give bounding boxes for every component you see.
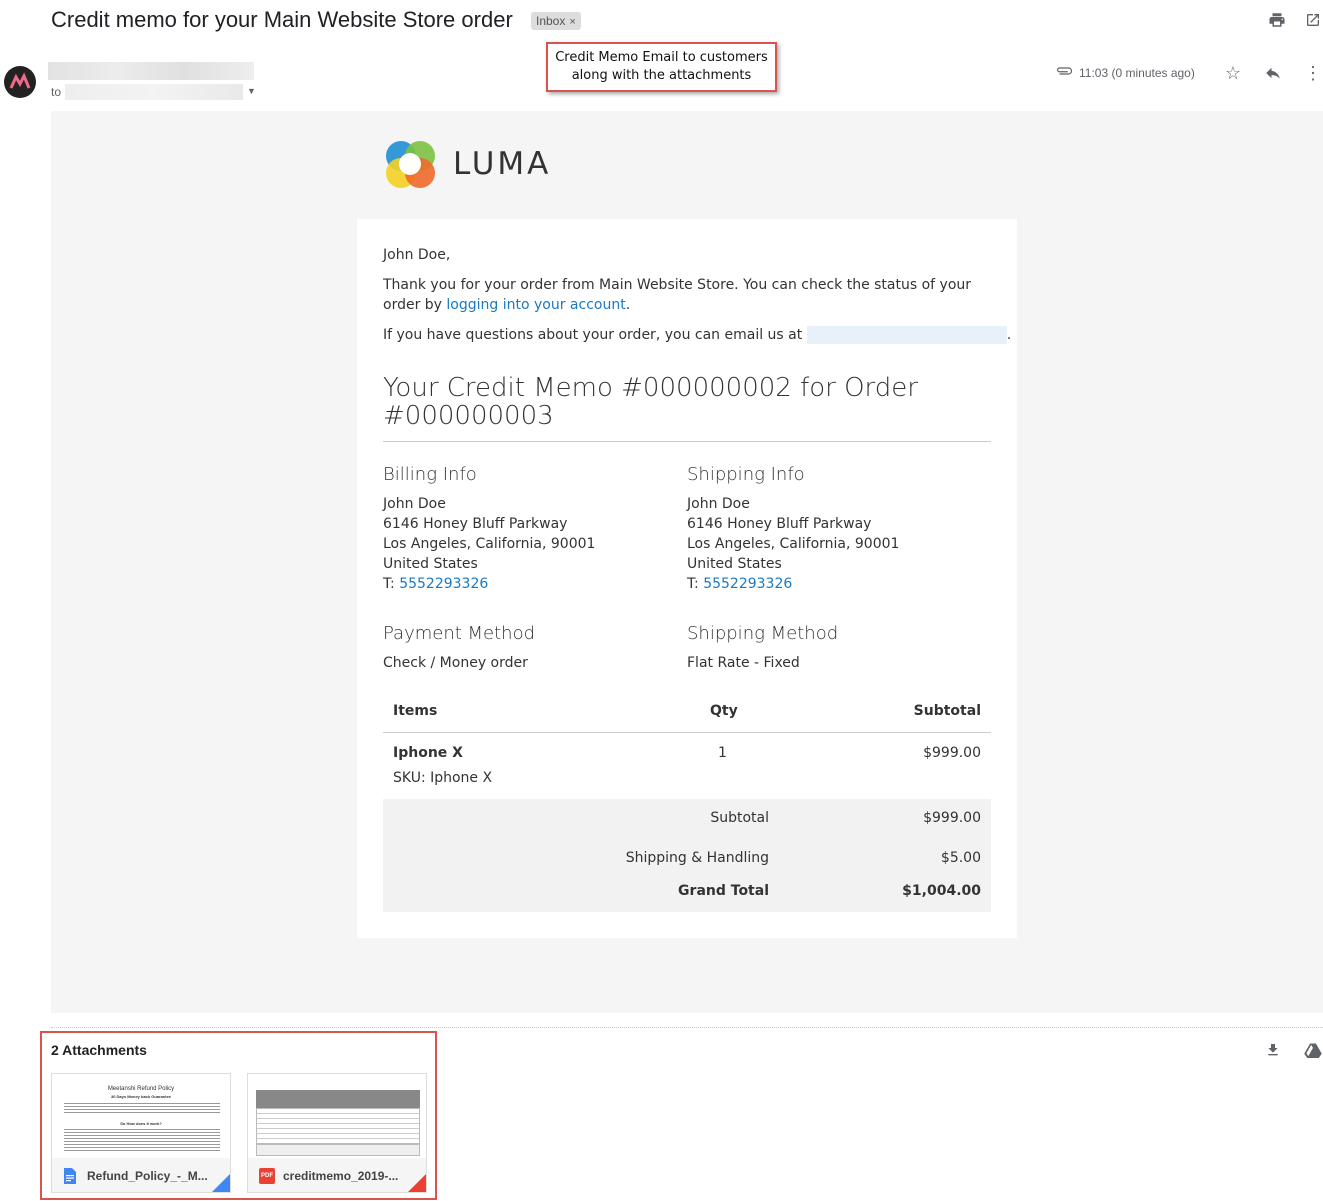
sender-avatar[interactable] [4, 66, 36, 98]
shipping-method-heading: Shipping Method [687, 623, 839, 644]
grand-total-value: $1,004.00 [902, 883, 981, 899]
attachment-clip-icon [1055, 65, 1073, 80]
sender-name-redacted [48, 62, 254, 80]
credit-memo-card: John Doe, Thank you for your order from … [357, 219, 1017, 938]
download-all-icon[interactable] [1263, 1040, 1283, 1060]
inbox-label-chip[interactable]: Inbox × [531, 12, 581, 30]
preview-text-lines-2 [64, 1127, 220, 1153]
shipping-handling-label: Shipping & Handling [625, 850, 769, 866]
billing-phone-link[interactable]: 5552293326 [399, 576, 488, 592]
attachment-name: Refund_Policy_-_M... [87, 1169, 208, 1183]
items-table-header: Items Qty Subtotal [383, 703, 991, 733]
login-suffix: . [625, 297, 631, 313]
questions-paragraph: If you have questions about your order, … [383, 325, 1011, 345]
payment-method-value: Check / Money order [383, 655, 528, 671]
greeting: John Doe, [383, 247, 451, 263]
open-in-new-window-icon[interactable] [1303, 10, 1323, 30]
preview-table-footer [256, 1144, 420, 1156]
attachment-corner-fold [406, 1174, 426, 1192]
callout-line-2: along with the attachments [571, 68, 752, 83]
attachment-card-refund-policy[interactable]: Meetanshi Refund Policy 30 Days Money ba… [51, 1073, 231, 1193]
shipping-phone-prefix: T: [687, 576, 699, 592]
print-icon[interactable] [1267, 10, 1287, 30]
preview-text-lines [64, 1101, 220, 1115]
questions-text: If you have questions about your order, … [383, 327, 803, 343]
billing-phone-prefix: T: [383, 576, 395, 592]
billing-name: John Doe [383, 496, 446, 512]
item-qty: 1 [718, 745, 727, 761]
shipping-phone-row: T: 5552293326 [687, 574, 899, 594]
billing-phone-row: T: 5552293326 [383, 574, 595, 594]
remove-label-button[interactable]: × [569, 16, 575, 28]
to-label: to [51, 85, 62, 99]
preview-question: So How does it work? [120, 1121, 162, 1126]
attachment-footer: Refund_Policy_-_M... [52, 1158, 230, 1192]
billing-address: John Doe 6146 Honey Bluff Parkway Los An… [383, 494, 595, 594]
item-name: Iphone X [393, 745, 463, 761]
attachment-corner-fold [210, 1174, 230, 1192]
shipping-city: Los Angeles, California, 90001 [687, 536, 900, 552]
support-email-redacted[interactable] [806, 326, 1007, 344]
shipping-address: John Doe 6146 Honey Bluff Parkway Los An… [687, 494, 899, 594]
doc-icon [64, 1168, 76, 1184]
details-dropdown-icon[interactable]: ▼ [247, 86, 256, 96]
order-totals: Subtotal $999.00 Shipping & Handling $5.… [383, 799, 991, 912]
preview-title: Meetanshi Refund Policy [107, 1086, 175, 1092]
billing-street: 6146 Honey Bluff Parkway [383, 516, 568, 532]
shipping-info-heading: Shipping Info [687, 464, 805, 485]
inbox-label-text: Inbox [536, 14, 566, 28]
attachment-card-creditmemo[interactable]: PDF creditmemo_2019-... [247, 1073, 427, 1193]
billing-city: Los Angeles, California, 90001 [383, 536, 596, 552]
memo-title: Your Credit Memo #000000002 for Order #0… [383, 373, 918, 431]
shipping-handling-value: $5.00 [940, 850, 981, 866]
preview-header-bar [256, 1090, 420, 1108]
shipping-method-value: Flat Rate - Fixed [687, 655, 800, 671]
col-qty: Qty [710, 703, 738, 719]
luma-logo: LUMA [383, 136, 551, 192]
payment-method-heading: Payment Method [383, 623, 536, 644]
title-divider [383, 441, 991, 442]
billing-info-heading: Billing Info [383, 464, 477, 485]
grand-total-label: Grand Total [678, 883, 769, 899]
attachment-footer: PDF creditmemo_2019-... [248, 1158, 426, 1192]
attachment-preview: Meetanshi Refund Policy 30 Days Money ba… [52, 1074, 230, 1158]
annotation-callout: Credit Memo Email to customers along wit… [546, 42, 777, 92]
questions-suffix: . [1006, 327, 1012, 343]
item-sku: SKU: Iphone X [393, 770, 493, 786]
billing-country: United States [383, 556, 478, 572]
shipping-name: John Doe [687, 496, 750, 512]
table-row: Iphone X SKU: Iphone X 1 $999.00 [383, 743, 991, 799]
col-items: Items [393, 703, 438, 719]
more-options-icon[interactable]: ⋮ [1303, 63, 1323, 83]
login-link[interactable]: logging into your account [446, 297, 625, 313]
reply-icon[interactable] [1263, 63, 1283, 83]
luma-logo-mark-icon [386, 141, 435, 188]
message-meta: 11:03 (0 minutes ago) [1055, 65, 1195, 80]
preview-table [256, 1108, 420, 1144]
preview-subtitle: 30 Days Money back Guarantee [110, 1094, 172, 1099]
shipping-country: United States [687, 556, 782, 572]
callout-line-1: Credit Memo Email to customers [555, 50, 768, 65]
shipping-street: 6146 Honey Bluff Parkway [687, 516, 872, 532]
attachment-preview [248, 1074, 426, 1158]
subtotal-value: $999.00 [923, 810, 981, 826]
save-to-drive-icon[interactable] [1303, 1040, 1323, 1060]
thanks-paragraph: Thank you for your order from Main Websi… [383, 275, 1003, 315]
pdf-icon: PDF [259, 1168, 275, 1184]
col-subtotal: Subtotal [913, 703, 981, 719]
attachment-name: creditmemo_2019-... [283, 1169, 399, 1183]
attachments-divider [51, 1027, 1323, 1028]
item-subtotal: $999.00 [923, 745, 981, 761]
luma-logo-text: LUMA [453, 146, 552, 182]
shipping-phone-link[interactable]: 5552293326 [703, 576, 792, 592]
star-icon[interactable]: ☆ [1223, 63, 1243, 83]
attachments-title: 2 Attachments [51, 1042, 147, 1058]
recipient-redacted [65, 84, 243, 100]
message-time: 11:03 (0 minutes ago) [1079, 65, 1195, 80]
email-subject: Credit memo for your Main Website Store … [51, 7, 513, 32]
subtotal-label: Subtotal [710, 810, 769, 826]
